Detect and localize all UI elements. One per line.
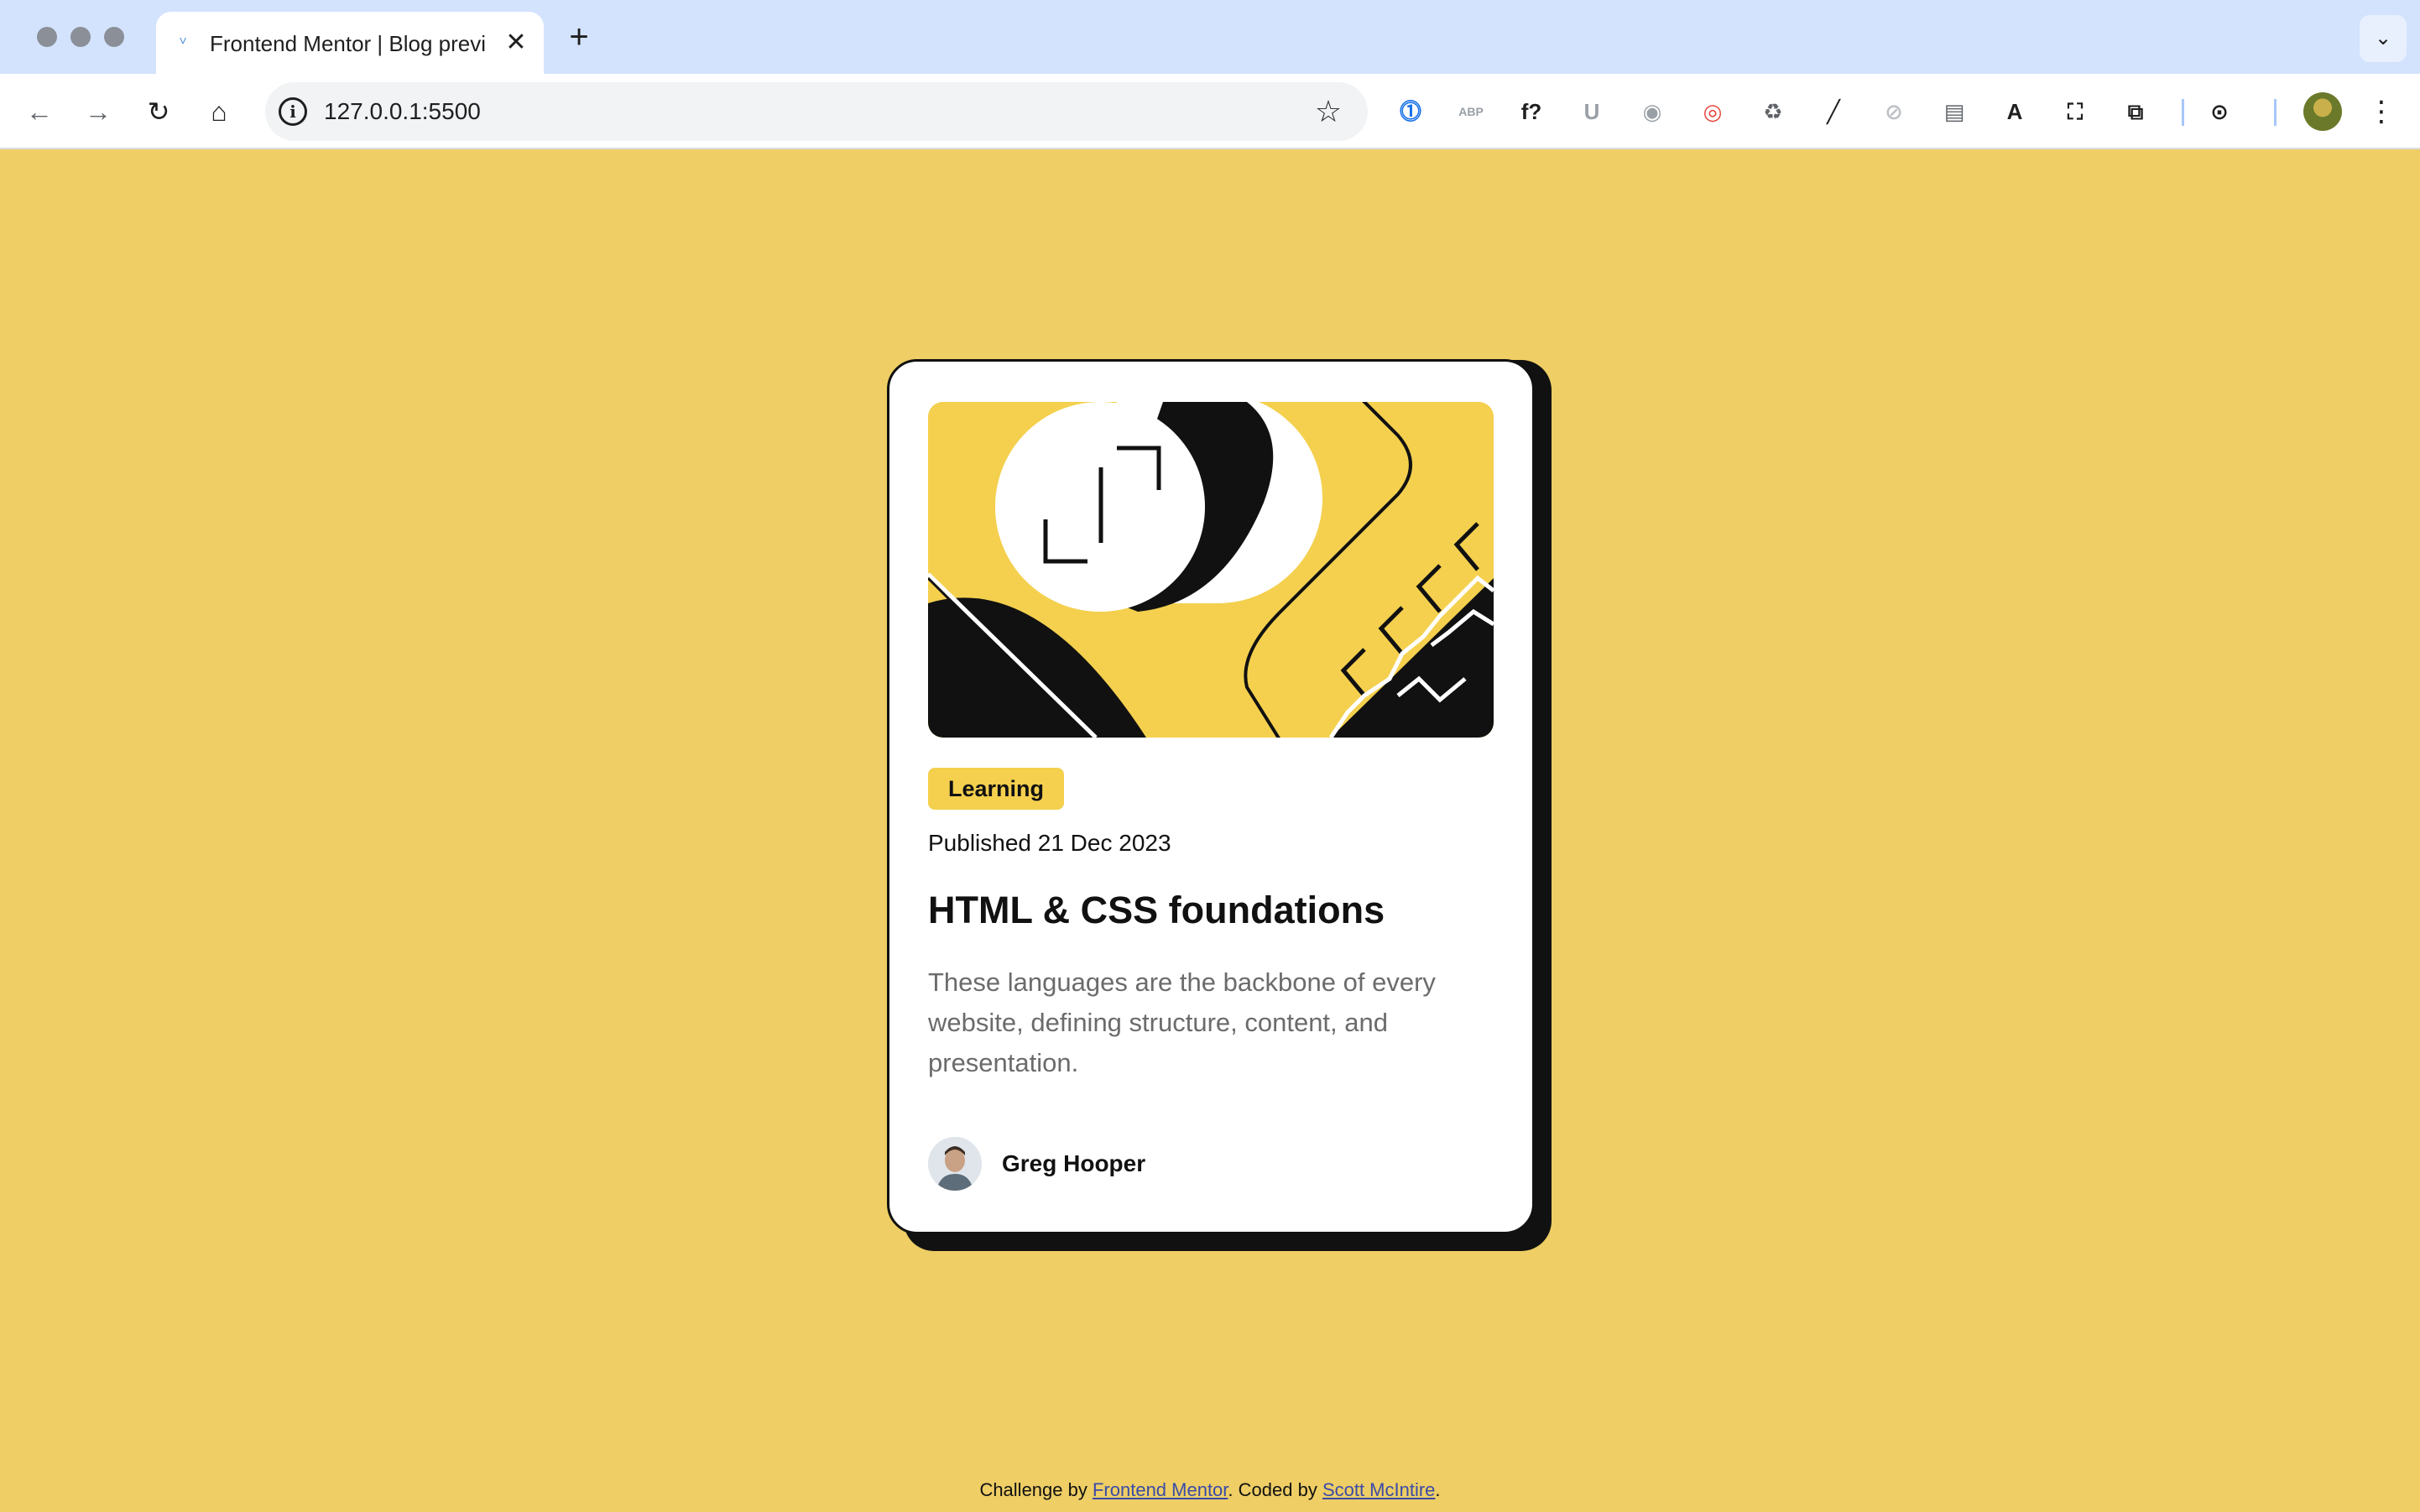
color-picker-icon[interactable]: ◎ (1695, 94, 1730, 129)
tab-active[interactable]: ⱽ Frontend Mentor | Blog preview ✕ (156, 12, 544, 74)
toolbar-separator (2182, 99, 2184, 126)
bookmark-star-icon[interactable]: ☆ (1311, 94, 1346, 129)
new-tab-button[interactable]: + (562, 20, 596, 54)
author-link[interactable]: Scott McIntire (1322, 1479, 1435, 1500)
hero-illustration (928, 402, 1494, 738)
browser-chrome: ⱽ Frontend Mentor | Blog preview ✕ + ⌄ ←… (0, 0, 2420, 149)
illustration-graphic (928, 402, 1494, 738)
camera-icon[interactable]: ◉ (1635, 94, 1670, 129)
screenshot-icon[interactable]: ⛶ (2058, 94, 2093, 129)
attribution-footer: Challenge by Frontend Mentor. Coded by S… (0, 1477, 2420, 1504)
adblock-icon[interactable]: ABP (1453, 94, 1489, 129)
profile-avatar[interactable] (2303, 92, 2342, 131)
close-tab-icon[interactable]: ✕ (502, 29, 530, 57)
frontend-mentor-link[interactable]: Frontend Mentor (1093, 1479, 1228, 1500)
close-window-button[interactable] (37, 27, 57, 47)
eyedropper-icon[interactable]: ╱ (1816, 94, 1851, 129)
card-title[interactable]: HTML & CSS foundations (928, 887, 1385, 934)
password-manager-icon[interactable]: ⓵ (1393, 94, 1428, 129)
author-avatar (928, 1137, 982, 1191)
forward-arrow-icon[interactable]: → (79, 92, 117, 131)
blog-preview-card: Learning Published 21 Dec 2023 HTML & CS… (887, 359, 1535, 1234)
footer-prefix: Challenge by (979, 1479, 1093, 1500)
tab-strip: ⱽ Frontend Mentor | Blog preview ✕ + ⌄ (0, 0, 2420, 74)
published-date: Published 21 Dec 2023 (928, 830, 1171, 856)
font-ninja-icon[interactable]: f? (1514, 94, 1549, 129)
reload-icon[interactable]: ↻ (139, 92, 178, 131)
footer-suffix: . (1435, 1479, 1441, 1500)
menu-kebab-icon[interactable]: ⋮ (2365, 92, 2398, 131)
favicon-icon: ⱽ (180, 35, 186, 52)
dark-circle-icon[interactable]: A (1997, 94, 2032, 129)
address-bar[interactable]: i 127.0.0.1:5500 ☆ (265, 82, 1368, 141)
tab-search-chevron-icon[interactable]: ⌄ (2360, 15, 2407, 62)
card-description: These languages are the backbone of ever… (928, 967, 1436, 1077)
minimize-window-button[interactable] (70, 27, 91, 47)
recycle-icon[interactable]: ♻ (1755, 94, 1791, 129)
page-viewport: Learning Published 21 Dec 2023 HTML & CS… (0, 149, 2420, 1512)
toolbar: ← → ↻ ⌂ i 127.0.0.1:5500 ☆ ⓵ ABP f? U ◉ ◎ ♻ ╱ ⊘ ▤… (0, 74, 2420, 149)
category-tag: Learning (928, 768, 1065, 810)
site-info-icon[interactable]: i (279, 97, 307, 126)
notes-icon[interactable]: ▤ (1937, 94, 1972, 129)
back-arrow-icon[interactable]: ← (20, 92, 59, 131)
footer-middle: . Coded by (1228, 1479, 1322, 1500)
puzzle-icon[interactable]: ⧉ (2118, 94, 2153, 129)
tab-title: Frontend Mentor | Blog preview (210, 31, 487, 56)
maximize-window-button[interactable] (104, 27, 124, 47)
home-icon[interactable]: ⌂ (200, 92, 238, 131)
toolbar-separator (2274, 99, 2277, 126)
lens-icon[interactable]: ⊙ (2202, 94, 2237, 129)
shield-icon[interactable]: U (1574, 94, 1609, 129)
url-text[interactable]: 127.0.0.1:5500 (324, 96, 481, 127)
compass-icon[interactable]: ⊘ (1876, 94, 1911, 129)
author-portrait-graphic (928, 1137, 982, 1191)
author-name: Greg Hooper (1002, 1150, 1146, 1176)
